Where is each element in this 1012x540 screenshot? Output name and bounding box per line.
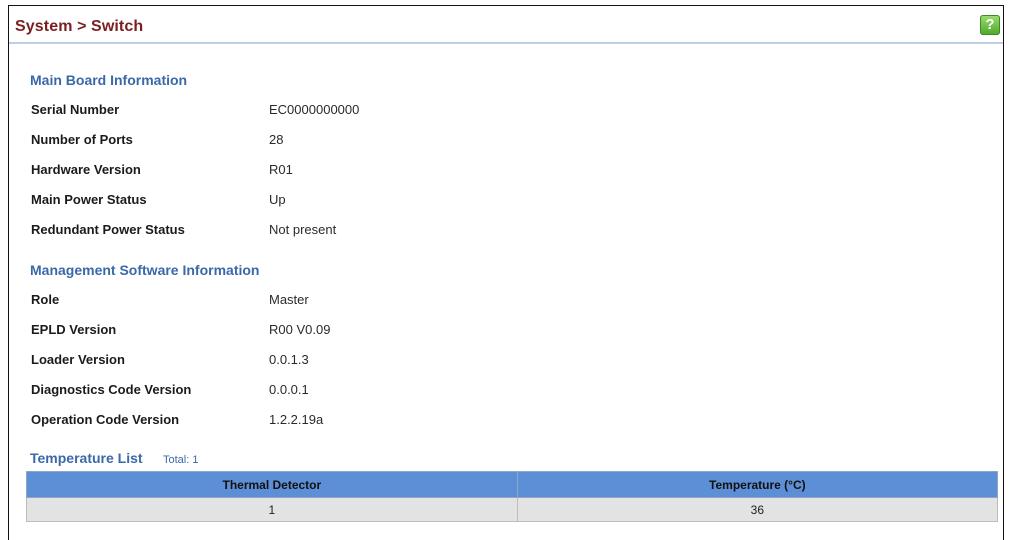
main-board-section-title: Main Board Information	[30, 72, 188, 88]
epld-version-label: EPLD Version	[31, 322, 117, 337]
temperature-header-row: Thermal Detector Temperature (°C)	[26, 471, 999, 498]
temperature-table: Thermal Detector Temperature (°C) 1 36	[26, 471, 999, 522]
redundant-power-status-value: Not present	[269, 222, 337, 237]
number-of-ports-value: 28	[269, 132, 284, 147]
serial-number-label: Serial Number	[31, 102, 120, 117]
main-power-status-value: Up	[269, 192, 286, 207]
thermal-detector-cell: 1	[26, 497, 518, 522]
management-software-section-title: Management Software Information	[30, 262, 260, 278]
hardware-version-value: R01	[269, 162, 293, 177]
temperature-cell: 36	[516, 497, 999, 522]
role-value: Master	[269, 292, 309, 307]
role-label: Role	[31, 292, 60, 307]
page-header: System > Switch ?	[9, 6, 1003, 44]
diagnostics-code-version-value: 0.0.0.1	[269, 382, 309, 397]
switch-info-page: System > Switch ? Main Board Information…	[8, 5, 1004, 540]
hardware-version-label: Hardware Version	[31, 162, 141, 177]
loader-version-value: 0.0.1.3	[269, 352, 309, 367]
operation-code-version-value: 1.2.2.19a	[269, 412, 324, 427]
operation-code-version-label: Operation Code Version	[31, 412, 180, 427]
temperature-column-header: Temperature (°C)	[516, 471, 999, 498]
help-icon[interactable]: ?	[980, 15, 1000, 35]
table-row: 1 36	[26, 497, 999, 522]
breadcrumb: System > Switch	[15, 18, 144, 35]
loader-version-label: Loader Version	[31, 352, 125, 367]
main-power-status-label: Main Power Status	[31, 192, 147, 207]
number-of-ports-label: Number of Ports	[31, 132, 133, 147]
thermal-detector-column-header: Thermal Detector	[26, 471, 518, 498]
temperature-list-title: Temperature List	[30, 450, 143, 466]
epld-version-value: R00 V0.09	[269, 322, 331, 337]
serial-number-value: EC0000000000	[269, 102, 360, 117]
diagnostics-code-version-label: Diagnostics Code Version	[31, 382, 192, 397]
temperature-total: Total: 1	[163, 454, 199, 466]
redundant-power-status-label: Redundant Power Status	[31, 222, 185, 237]
